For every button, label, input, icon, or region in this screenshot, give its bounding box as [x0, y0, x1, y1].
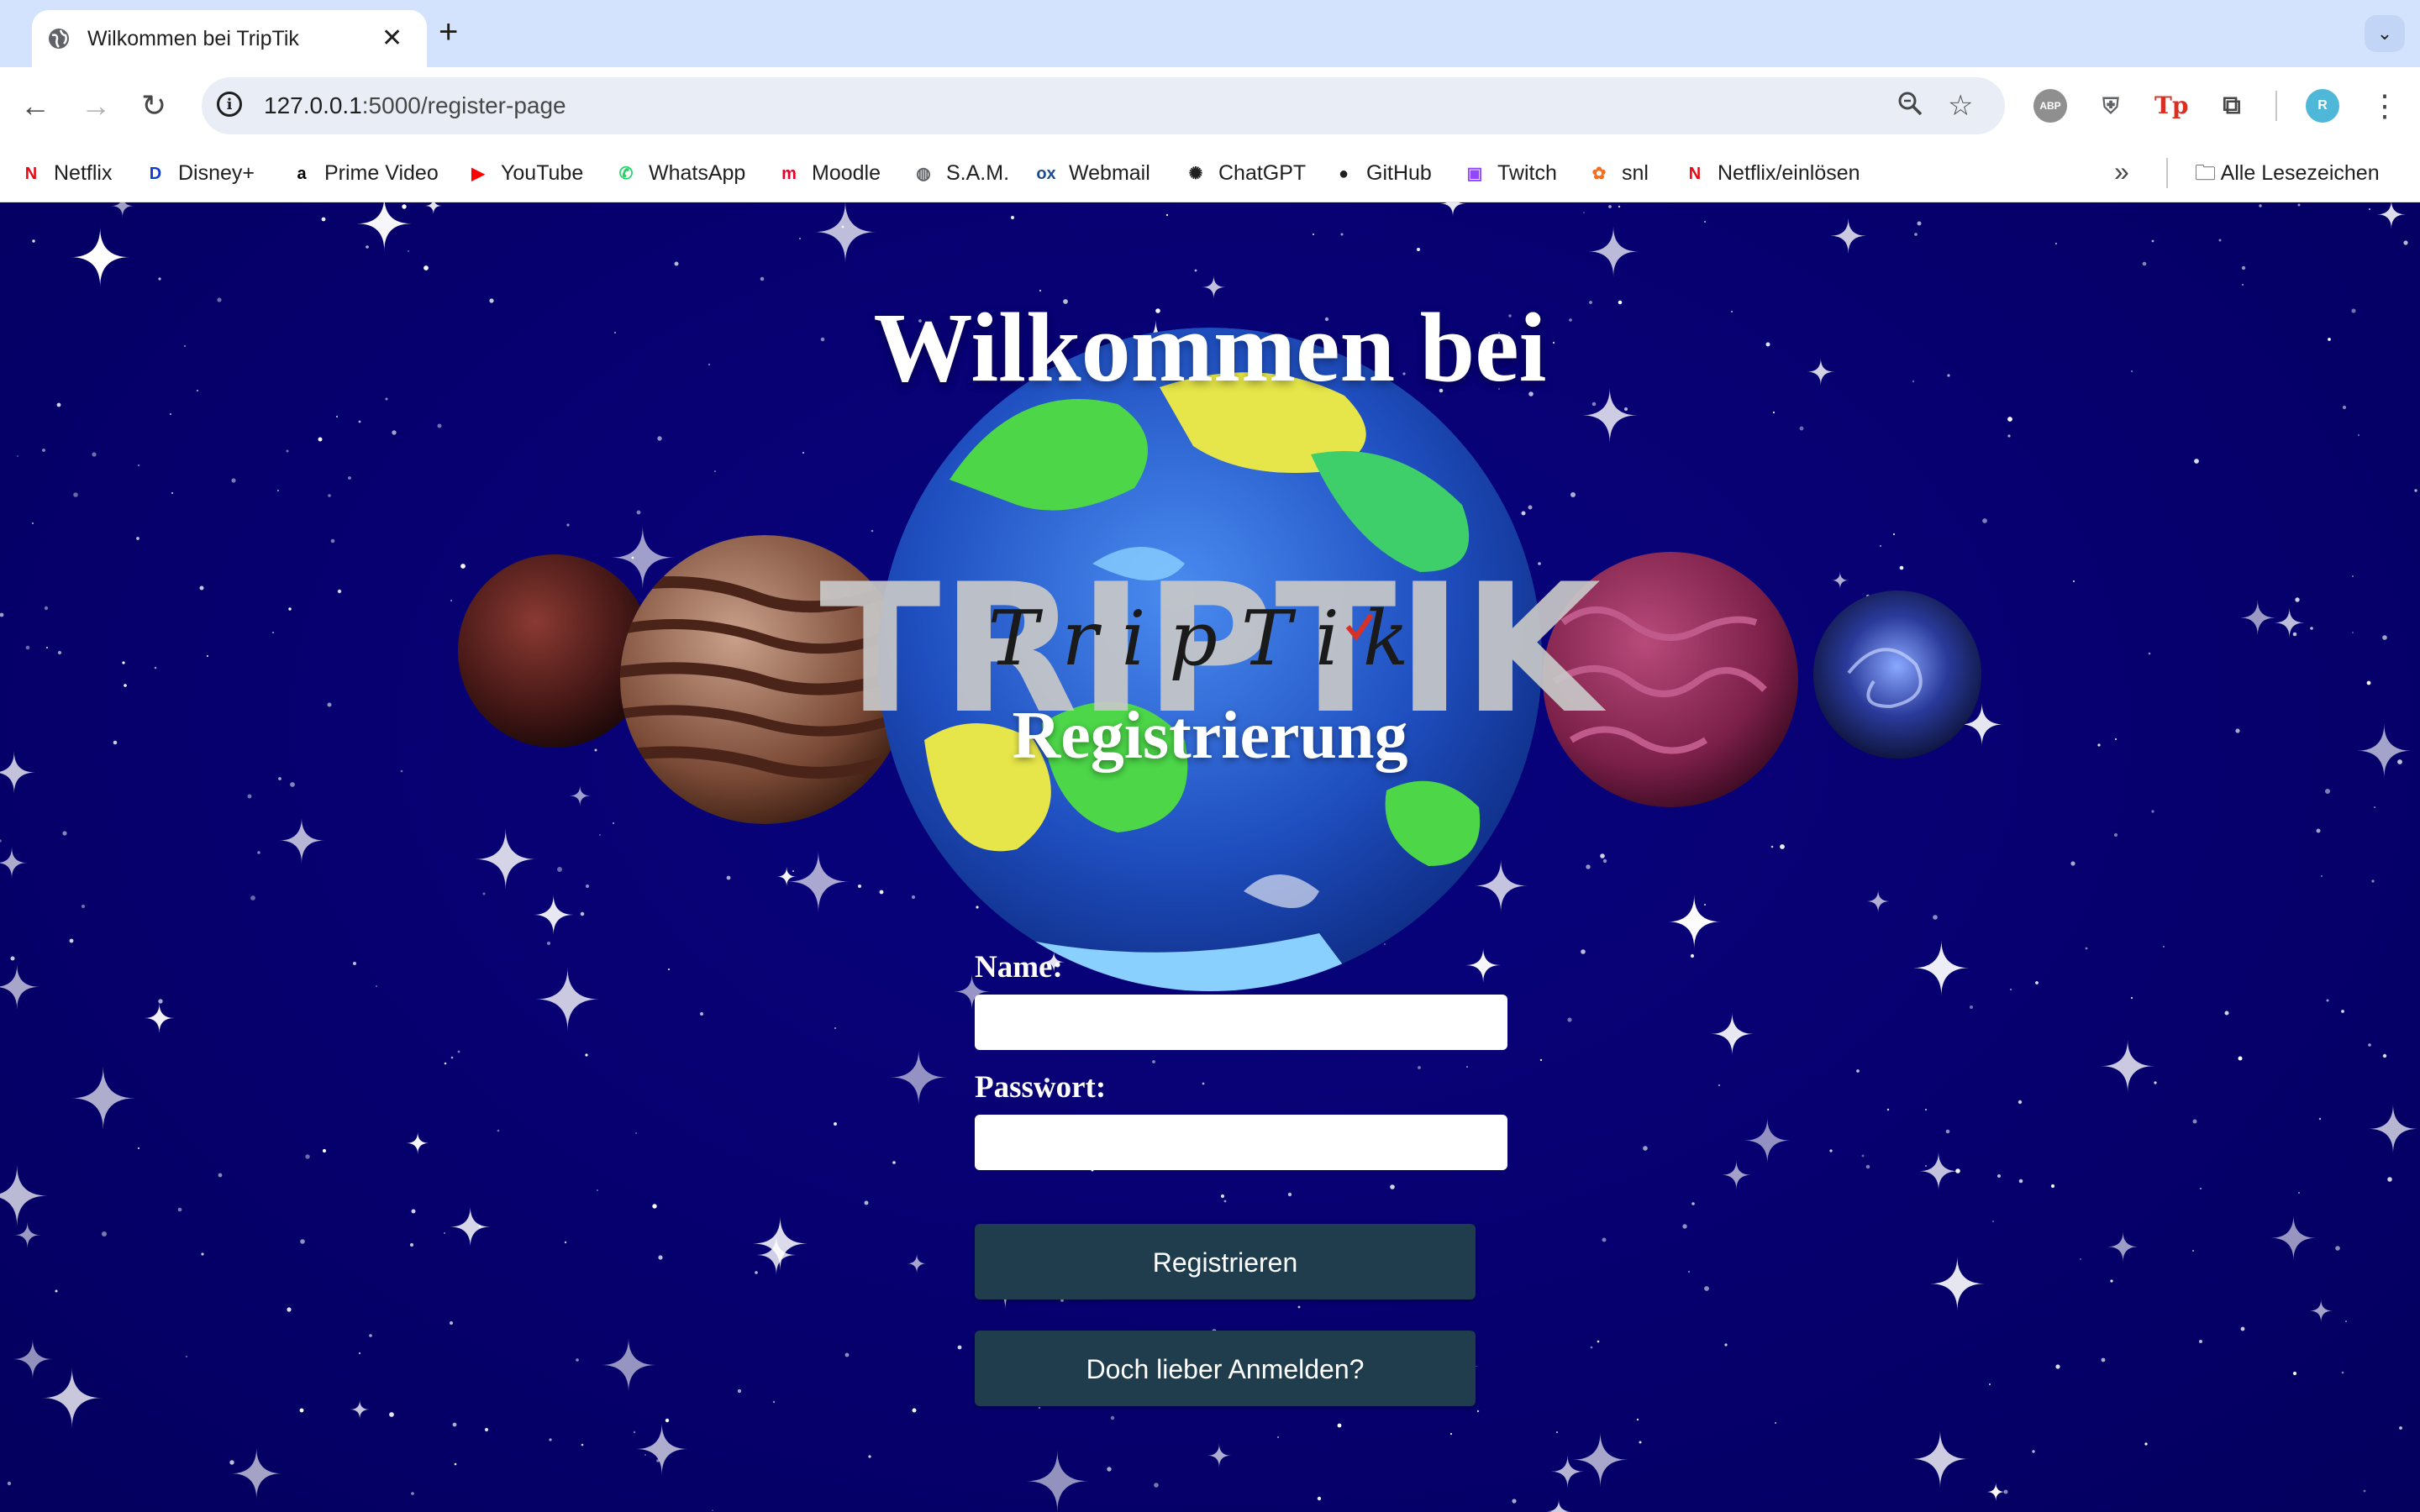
bookmark-netflix-einl-sen[interactable]: N Netflix/einlösen: [1682, 158, 1860, 188]
twitch-icon: ▣: [1466, 165, 1483, 184]
bookmark-label: Disney+: [178, 161, 255, 185]
bookmark-prime-video[interactable]: a Prime Video: [289, 158, 439, 188]
zoom-icon[interactable]: [1896, 89, 1924, 125]
bookmark-snl[interactable]: ✿ snl: [1586, 158, 1649, 188]
url-text[interactable]: 127.0.0.1:5000/register-page: [264, 92, 566, 119]
name-input[interactable]: [975, 995, 1507, 1050]
password-input[interactable]: [975, 1115, 1507, 1170]
github-icon: ●: [1338, 165, 1349, 184]
name-label: Name:: [975, 950, 1063, 984]
globe-icon: [47, 27, 71, 55]
ublock-shield-icon[interactable]: ⛨: [2094, 89, 2128, 123]
login-instead-button[interactable]: Doch lieber Anmelden?: [975, 1331, 1476, 1406]
all-bookmarks-label: Alle Lesezeichen: [2220, 161, 2380, 185]
new-tab-button[interactable]: +: [439, 12, 458, 52]
bookmarks-divider: [2166, 158, 2168, 188]
profile-avatar[interactable]: R: [2306, 89, 2339, 123]
bookmark-label: Prime Video: [324, 161, 439, 185]
amazon-icon: a: [297, 165, 307, 184]
page-viewport: TRIPTIK TripTik Wilkommen bei Registrier…: [0, 202, 2420, 1512]
browser-toolbar: ← → ↻ i 127.0.0.1:5000/register-page ☆ A…: [0, 67, 2420, 144]
bookmark-moodle[interactable]: m Moodle: [776, 158, 881, 188]
bookmark-github[interactable]: ● GitHub: [1331, 158, 1432, 188]
bookmark-label: S.A.M.: [946, 161, 1010, 185]
bookmark-label: snl: [1622, 161, 1649, 185]
more-bookmarks-chevron-icon[interactable]: »: [2114, 156, 2129, 187]
adblock-plus-icon[interactable]: ABP: [2033, 89, 2067, 123]
forward-arrow-icon[interactable]: →: [81, 89, 111, 123]
extensions-puzzle-icon[interactable]: ⧉: [2215, 89, 2249, 123]
chatgpt-icon: ✺: [1188, 165, 1203, 184]
bookmark-whatsapp[interactable]: ✆ WhatsApp: [613, 158, 746, 188]
site-info-icon[interactable]: i: [217, 92, 242, 117]
disney-icon: D: [149, 165, 162, 184]
logo-script-text: TripTik: [988, 595, 1433, 683]
registration-title: Registrierung: [1012, 699, 1408, 773]
bookmarks-bar: N Netflix D Disney+ a Prime Video ▶ YouTube ✆ Wha…: [0, 144, 2420, 202]
nbc-peacock-icon: ✿: [1591, 165, 1607, 184]
bookmark-youtube[interactable]: ▶ YouTube: [466, 158, 583, 188]
tp-extension-icon[interactable]: Tp: [2154, 89, 2188, 123]
bookmark-twitch[interactable]: ▣ Twitch: [1462, 158, 1557, 188]
globe-icon: ◍: [916, 165, 931, 184]
netflix-icon: N: [24, 165, 38, 184]
close-tab-icon[interactable]: ✕: [381, 24, 402, 53]
bookmark-label: YouTube: [501, 161, 584, 185]
more-menu-icon[interactable]: ⋮: [2370, 89, 2400, 123]
bookmark-webmail[interactable]: ox Webmail: [1034, 158, 1150, 188]
youtube-icon: ▶: [471, 165, 485, 184]
bookmark-chatgpt[interactable]: ✺ ChatGPT: [1183, 158, 1307, 188]
bookmark-label: WhatsApp: [649, 161, 746, 185]
bookmark-label: ChatGPT: [1218, 161, 1307, 185]
bookmark-netflix[interactable]: N Netflix: [18, 158, 113, 188]
toolbar-divider: [2275, 91, 2277, 121]
bookmark-label: Webmail: [1069, 161, 1150, 185]
bookmark-label: GitHub: [1366, 161, 1432, 185]
tab-title: Wilkommen bei TripTik: [87, 27, 299, 50]
webmail-icon: ox: [1036, 165, 1056, 184]
bookmark-label: Netflix: [54, 161, 113, 185]
bookmark-disney-[interactable]: D Disney+: [143, 158, 255, 188]
active-tab[interactable]: Wilkommen bei TripTik ✕: [32, 10, 427, 67]
register-button[interactable]: Registrieren: [975, 1224, 1476, 1299]
whatsapp-icon: ✆: [618, 165, 634, 184]
back-arrow-icon[interactable]: ←: [20, 89, 50, 123]
moodle-icon: m: [781, 165, 797, 184]
bookmark-label: Moodle: [812, 161, 881, 185]
bookmark-star-icon[interactable]: ☆: [1948, 89, 1973, 123]
bookmark-label: Twitch: [1497, 161, 1557, 185]
netflix-icon: N: [1688, 165, 1702, 184]
tab-search-chevron-icon[interactable]: ⌄: [2365, 15, 2405, 52]
password-label: Passwort:: [975, 1070, 1107, 1105]
bookmark-s-a-m-[interactable]: ◍ S.A.M.: [911, 158, 1009, 188]
welcome-heading: Wilkommen bei: [873, 292, 1547, 402]
reload-icon[interactable]: ↻: [141, 89, 166, 123]
tab-strip: Wilkommen bei TripTik ✕ + ⌄: [0, 0, 2420, 67]
bookmark-label: Netflix/einlösen: [1718, 161, 1860, 185]
address-bar[interactable]: i 127.0.0.1:5000/register-page ☆: [202, 77, 2005, 134]
all-bookmarks-button[interactable]: 🗀 Alle Lesezeichen: [2195, 158, 2380, 188]
folder-icon: 🗀: [2195, 161, 2221, 185]
